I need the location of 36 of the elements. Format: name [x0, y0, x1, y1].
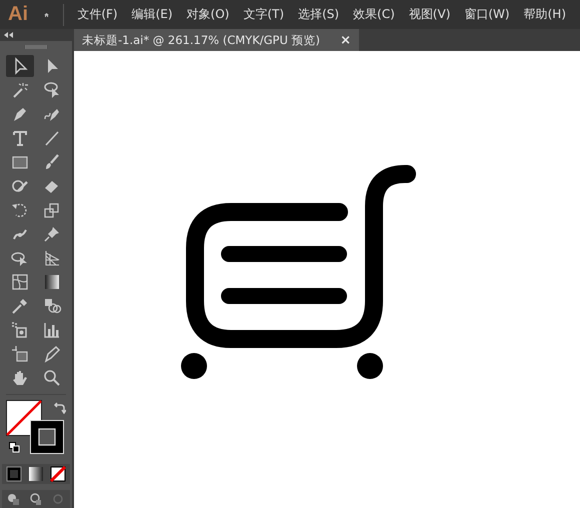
document-tab[interactable]: 未标题-1.ai* @ 261.17% (CMYK/GPU 预览) ×: [74, 29, 359, 51]
draw-behind-icon[interactable]: [28, 492, 44, 506]
color-mode-icon[interactable]: [6, 466, 22, 482]
zoom-icon: [42, 368, 62, 388]
gradient-icon: [42, 272, 62, 292]
lasso-icon: [42, 80, 62, 100]
tool-button[interactable]: [6, 55, 34, 77]
pin-icon: [42, 224, 62, 244]
stroke-swatch[interactable]: [30, 420, 64, 454]
menu-item[interactable]: 效果(C): [353, 6, 395, 23]
draw-normal-icon[interactable]: [6, 492, 22, 506]
mesh-icon: [10, 272, 30, 292]
collapse-icon[interactable]: [4, 32, 13, 38]
menu-item[interactable]: 视图(V): [408, 6, 450, 23]
default-colors-icon[interactable]: [9, 442, 20, 453]
artboard-icon: [10, 344, 30, 364]
spray-icon: [10, 320, 30, 340]
type-icon: [10, 128, 30, 148]
menu-item[interactable]: 窗口(W): [464, 6, 510, 23]
menu-item[interactable]: 帮助(H): [524, 6, 566, 23]
menu-item[interactable]: 选择(S): [298, 6, 340, 23]
grip-icon[interactable]: [25, 45, 47, 49]
gradient-mode-icon[interactable]: [28, 466, 44, 482]
swap-icon[interactable]: [54, 402, 66, 414]
document-title: 未标题-1.ai* @ 261.17% (CMYK/GPU 预览): [82, 32, 320, 48]
shapes-icon: [42, 296, 62, 316]
app-logo[interactable]: Ai: [8, 3, 28, 26]
menu-item[interactable]: 文件(F): [77, 6, 118, 23]
none-mode-icon[interactable]: [50, 466, 66, 482]
menu-item[interactable]: 编辑(E): [132, 6, 173, 23]
close-button[interactable]: ×: [340, 32, 351, 48]
bar-chart-icon: [42, 320, 62, 340]
menu-item[interactable]: 对象(O): [186, 6, 230, 23]
hand-icon: [10, 368, 30, 388]
menu-item[interactable]: 文字(T): [243, 6, 284, 23]
eyedropper-icon: [10, 296, 30, 316]
